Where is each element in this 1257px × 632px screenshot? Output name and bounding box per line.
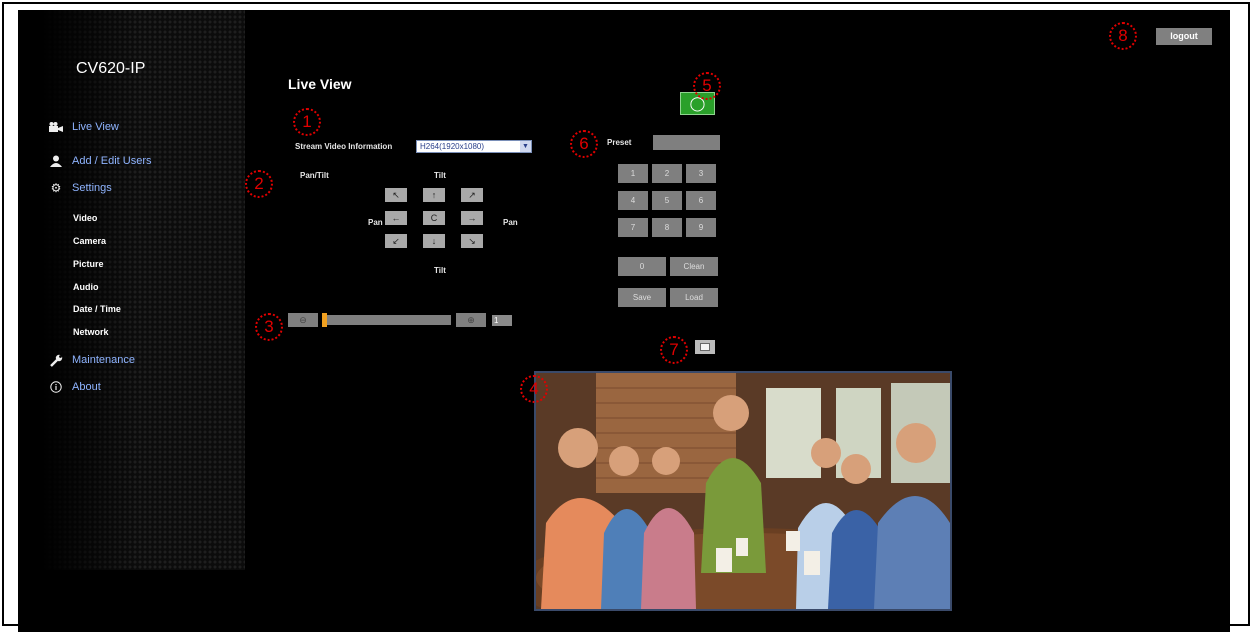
live-video-preview[interactable] xyxy=(534,371,952,611)
callout-7: 7 xyxy=(660,336,688,364)
sidebar-item-live-view[interactable]: Live View xyxy=(48,120,119,134)
tilt-bottom-label: Tilt xyxy=(434,266,446,275)
zoom-in-button[interactable]: ⊕ xyxy=(456,313,486,327)
preset-key-5[interactable]: 5 xyxy=(652,191,682,210)
sidebar-item-settings[interactable]: ⚙ Settings xyxy=(48,181,112,195)
preset-save-button[interactable]: Save xyxy=(618,288,666,307)
pan-left-label: Pan xyxy=(368,218,383,227)
camera-icon xyxy=(48,120,64,134)
gear-icon: ⚙ xyxy=(50,181,62,195)
preset-key-3[interactable]: 3 xyxy=(686,164,716,183)
video-frame-image xyxy=(536,373,950,609)
ptz-down-left-button[interactable]: ↙ xyxy=(385,234,407,248)
pan-right-label: Pan xyxy=(503,218,518,227)
preset-key-1[interactable]: 1 xyxy=(618,164,648,183)
preset-label: Preset xyxy=(607,138,632,147)
sidebar-item-label: Add / Edit Users xyxy=(72,155,152,167)
callout-6: 6 xyxy=(570,130,598,158)
zoom-slider-track[interactable] xyxy=(323,315,451,325)
wrench-icon xyxy=(48,353,64,367)
preset-key-0[interactable]: 0 xyxy=(618,257,666,276)
tilt-top-label: Tilt xyxy=(434,171,446,180)
sidebar-subitem-network[interactable]: Network xyxy=(73,327,109,337)
preset-key-7[interactable]: 7 xyxy=(618,218,648,237)
info-icon xyxy=(48,380,64,394)
callout-1: 1 xyxy=(293,108,321,136)
sidebar-subitem-video[interactable]: Video xyxy=(73,213,97,223)
sidebar-subitem-date-time[interactable]: Date / Time xyxy=(73,304,121,314)
zoom-out-icon: ⊖ xyxy=(299,315,307,325)
zoom-out-button[interactable]: ⊖ xyxy=(288,313,318,327)
zoom-slider-thumb[interactable] xyxy=(322,313,327,327)
sidebar-subitem-camera[interactable]: Camera xyxy=(73,236,106,246)
stream-info-label: Stream Video Information xyxy=(295,142,393,151)
preset-key-2[interactable]: 2 xyxy=(652,164,682,183)
stream-resolution-value: H264(1920x1080) xyxy=(420,142,485,151)
page-title: Live View xyxy=(288,76,352,92)
chevron-down-icon: ▼ xyxy=(520,141,531,152)
sidebar-item-label: Settings xyxy=(72,182,112,194)
ptz-left-button[interactable]: ← xyxy=(385,211,407,225)
preset-key-4[interactable]: 4 xyxy=(618,191,648,210)
ptz-down-right-button[interactable]: ↘ xyxy=(461,234,483,248)
zoom-in-icon: ⊕ xyxy=(467,315,475,325)
sidebar-subitem-picture[interactable]: Picture xyxy=(73,259,104,269)
preset-clean-button[interactable]: Clean xyxy=(670,257,718,276)
callout-4: 4 xyxy=(520,375,548,403)
preset-key-8[interactable]: 8 xyxy=(652,218,682,237)
preset-input[interactable] xyxy=(653,135,720,150)
web-ui: CV620-IP Live View Add / Edit Users ⚙ Se… xyxy=(18,10,1230,632)
sidebar-subitem-audio[interactable]: Audio xyxy=(73,282,99,292)
ptz-right-button[interactable]: → xyxy=(461,211,483,225)
sidebar-item-label: Maintenance xyxy=(72,354,135,366)
stream-resolution-select[interactable]: H264(1920x1080) ▼ xyxy=(416,140,532,153)
sidebar-item-label: About xyxy=(72,381,101,393)
device-model-title: CV620-IP xyxy=(76,60,146,77)
user-icon xyxy=(48,154,64,168)
callout-5: 5 xyxy=(693,72,721,100)
pan-tilt-label: Pan/Tilt xyxy=(300,171,329,180)
sidebar-item-label: Live View xyxy=(72,121,119,133)
sidebar-item-maintenance[interactable]: Maintenance xyxy=(48,353,135,367)
fullscreen-button[interactable] xyxy=(695,340,715,354)
sidebar xyxy=(18,10,245,570)
ptz-up-left-button[interactable]: ↖ xyxy=(385,188,407,202)
callout-2: 2 xyxy=(245,170,273,198)
logout-button[interactable]: logout xyxy=(1156,28,1212,45)
preset-load-button[interactable]: Load xyxy=(670,288,718,307)
sidebar-item-about[interactable]: About xyxy=(48,380,101,394)
sidebar-item-add-edit-users[interactable]: Add / Edit Users xyxy=(48,154,151,168)
ptz-down-button[interactable]: ↓ xyxy=(423,234,445,248)
preset-key-6[interactable]: 6 xyxy=(686,191,716,210)
preset-key-9[interactable]: 9 xyxy=(686,218,716,237)
callout-3: 3 xyxy=(255,313,283,341)
ptz-up-right-button[interactable]: ↗ xyxy=(461,188,483,202)
ptz-up-button[interactable]: ↑ xyxy=(423,188,445,202)
zoom-value: 1 xyxy=(492,315,512,326)
ptz-center-button[interactable]: C xyxy=(423,211,445,225)
fullscreen-icon xyxy=(700,343,710,351)
callout-8: 8 xyxy=(1109,22,1137,50)
